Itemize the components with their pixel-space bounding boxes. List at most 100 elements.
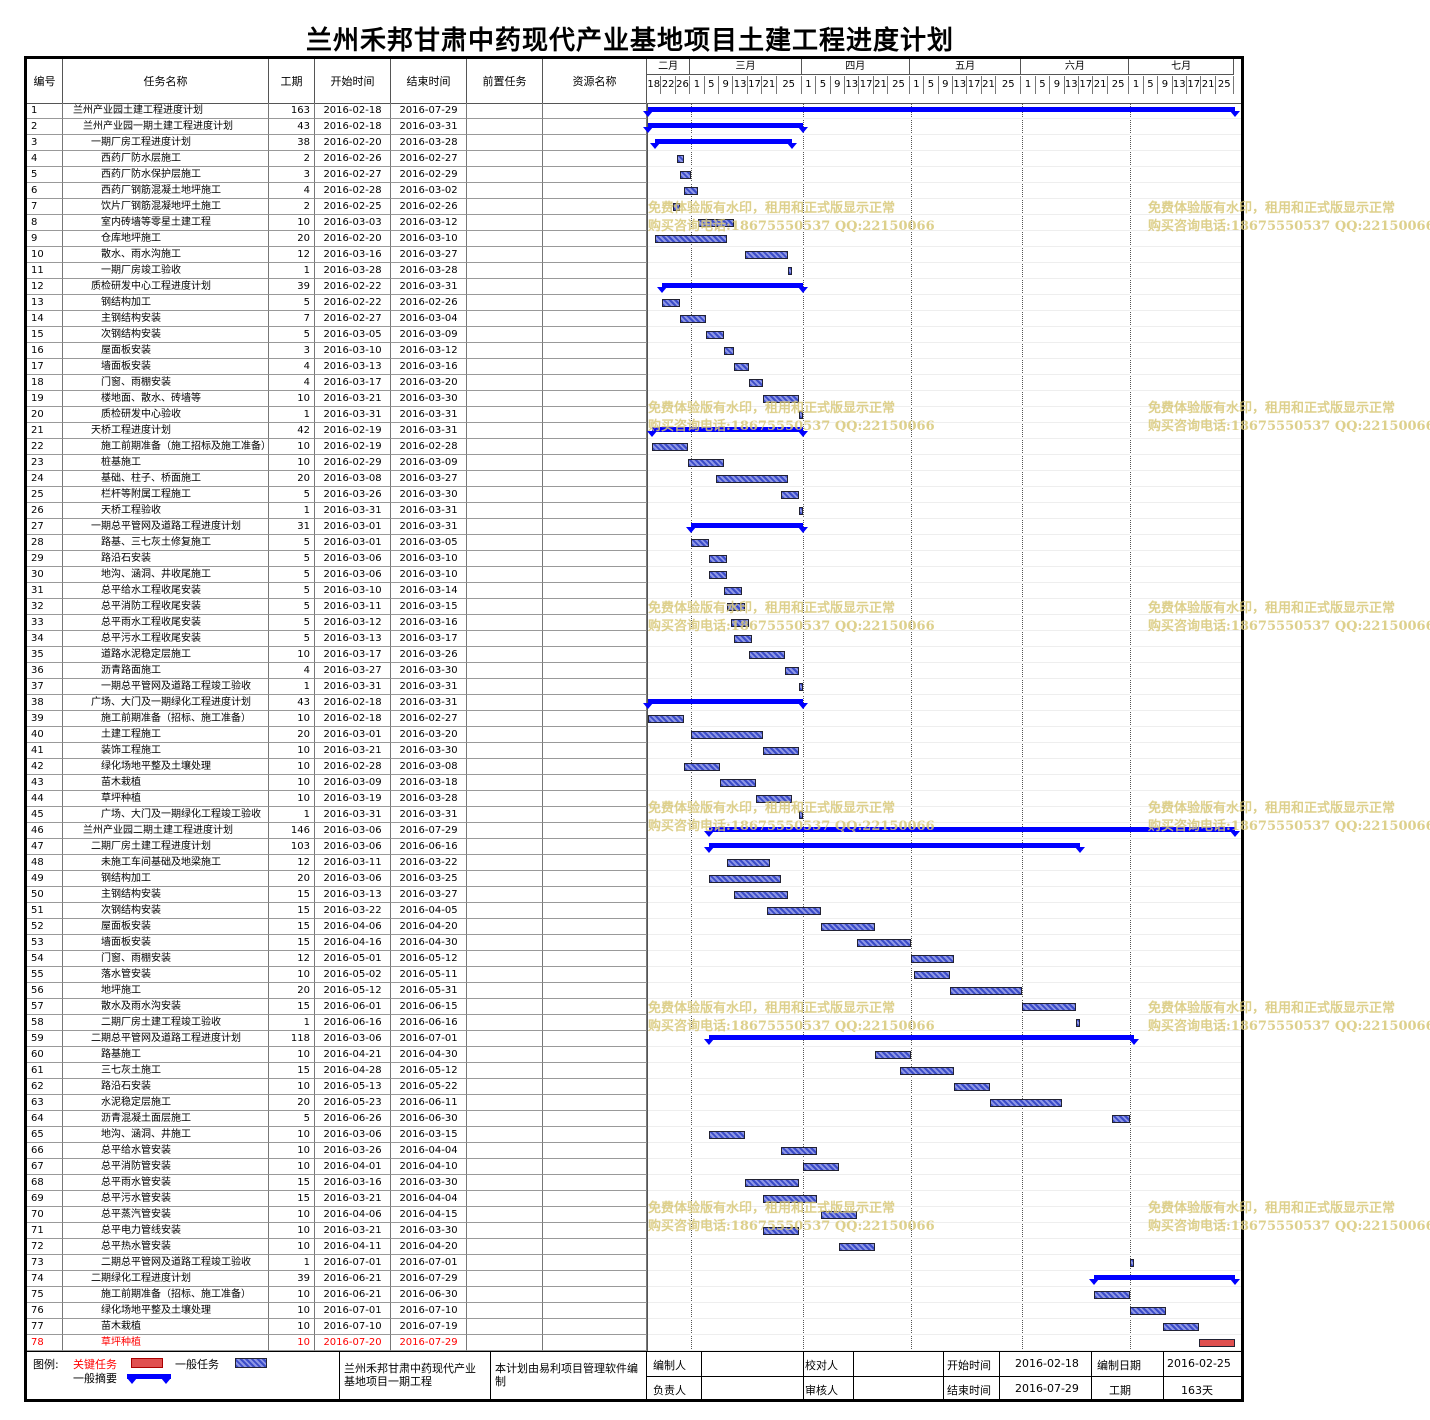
table-row[interactable]: 67 总平消防管安装 10 2016-04-01 2016-04-10 [27, 1159, 647, 1175]
gantt-task-bar[interactable] [766, 907, 821, 915]
gantt-task-bar[interactable] [820, 923, 875, 931]
table-row[interactable]: 29 路沿石安装 5 2016-03-06 2016-03-10 [27, 551, 647, 567]
table-row[interactable]: 18 门窗、雨棚安装 4 2016-03-17 2016-03-20 [27, 375, 647, 391]
table-row[interactable]: 3 一期厂房工程进度计划 38 2016-02-20 2016-03-28 [27, 135, 647, 151]
table-row[interactable]: 17 墙面板安装 4 2016-03-13 2016-03-16 [27, 359, 647, 375]
table-row[interactable]: 23 桩基施工 10 2016-02-29 2016-03-09 [27, 455, 647, 471]
table-row[interactable]: 36 沥青路面施工 4 2016-03-27 2016-03-30 [27, 663, 647, 679]
table-row[interactable]: 31 总平给水工程收尾安装 5 2016-03-10 2016-03-14 [27, 583, 647, 599]
table-row[interactable]: 35 道路水泥稳定层施工 10 2016-03-17 2016-03-26 [27, 647, 647, 663]
gantt-task-bar[interactable] [648, 715, 684, 723]
gantt-task-bar[interactable] [691, 539, 710, 547]
table-row[interactable]: 68 总平雨水管安装 15 2016-03-16 2016-03-30 [27, 1175, 647, 1191]
gantt-critical-bar[interactable] [1198, 1339, 1235, 1347]
gantt-summary-bar[interactable] [648, 123, 803, 128]
table-row[interactable]: 74 二期绿化工程进度计划 39 2016-06-21 2016-07-29 [27, 1271, 647, 1287]
table-row[interactable]: 52 屋面板安装 15 2016-04-06 2016-04-20 [27, 919, 647, 935]
table-row[interactable]: 6 西药厂钢筋混凝土地坪施工 4 2016-02-28 2016-03-02 [27, 183, 647, 199]
gantt-task-bar[interactable] [723, 587, 742, 595]
table-row[interactable]: 48 未施工车间基础及地梁施工 12 2016-03-11 2016-03-22 [27, 855, 647, 871]
table-row[interactable]: 28 路基、三七灰土修复施工 5 2016-03-01 2016-03-05 [27, 535, 647, 551]
table-row[interactable]: 66 总平给水管安装 10 2016-03-26 2016-04-04 [27, 1143, 647, 1159]
table-row[interactable]: 64 沥青混凝土面层施工 5 2016-06-26 2016-06-30 [27, 1111, 647, 1127]
gantt-task-bar[interactable] [691, 731, 764, 739]
table-row[interactable]: 71 总平电力管线安装 10 2016-03-21 2016-03-30 [27, 1223, 647, 1239]
gantt-task-bar[interactable] [990, 1099, 1062, 1107]
table-row[interactable]: 40 土建工程施工 20 2016-03-01 2016-03-20 [27, 727, 647, 743]
gantt-task-bar[interactable] [748, 379, 764, 387]
gantt-task-bar[interactable] [838, 1243, 875, 1251]
gantt-task-bar[interactable] [781, 491, 800, 499]
gantt-task-bar[interactable] [799, 507, 803, 515]
table-row[interactable]: 38 广场、大门及一期绿化工程进度计划 43 2016-02-18 2016-03-31 [27, 695, 647, 711]
gantt-task-bar[interactable] [1112, 1115, 1131, 1123]
table-row[interactable]: 46 兰州产业园二期土建工程进度计划 146 2016-03-06 2016-07-29 [27, 823, 647, 839]
table-row[interactable]: 69 总平污水管安装 15 2016-03-21 2016-04-04 [27, 1191, 647, 1207]
table-row[interactable]: 62 路沿石安装 10 2016-05-13 2016-05-22 [27, 1079, 647, 1095]
gantt-task-bar[interactable] [1022, 1003, 1077, 1011]
gantt-task-bar[interactable] [900, 1067, 954, 1075]
table-row[interactable]: 53 墙面板安装 15 2016-04-16 2016-04-30 [27, 935, 647, 951]
table-row[interactable]: 72 总平热水管安装 10 2016-04-11 2016-04-20 [27, 1239, 647, 1255]
gantt-task-bar[interactable] [734, 891, 789, 899]
table-row[interactable]: 44 草坪种植 10 2016-03-19 2016-03-28 [27, 791, 647, 807]
gantt-task-bar[interactable] [745, 251, 789, 259]
gantt-summary-bar[interactable] [1094, 1275, 1235, 1280]
table-row[interactable]: 32 总平消防工程收尾安装 5 2016-03-11 2016-03-15 [27, 599, 647, 615]
gantt-task-bar[interactable] [676, 155, 684, 163]
table-row[interactable]: 15 次钢结构安装 5 2016-03-05 2016-03-09 [27, 327, 647, 343]
table-row[interactable]: 27 一期总平管网及道路工程进度计划 31 2016-03-01 2016-03-31 [27, 519, 647, 535]
gantt-task-bar[interactable] [799, 683, 803, 691]
table-row[interactable]: 26 天桥工程验收 1 2016-03-31 2016-03-31 [27, 503, 647, 519]
gantt-task-bar[interactable] [680, 315, 706, 323]
table-row[interactable]: 58 二期厂房土建工程竣工验收 1 2016-06-16 2016-06-16 [27, 1015, 647, 1031]
table-row[interactable]: 70 总平蒸汽管安装 10 2016-04-06 2016-04-15 [27, 1207, 647, 1223]
gantt-task-bar[interactable] [651, 443, 688, 451]
table-row[interactable]: 73 二期总平管网及道路工程竣工验收 1 2016-07-01 2016-07-01 [27, 1255, 647, 1271]
table-row[interactable]: 51 次钢结构安装 15 2016-03-22 2016-04-05 [27, 903, 647, 919]
gantt-task-bar[interactable] [874, 1051, 911, 1059]
gantt-summary-bar[interactable] [655, 139, 792, 144]
table-row[interactable]: 5 西药厂防水保护层施工 3 2016-02-27 2016-02-29 [27, 167, 647, 183]
gantt-task-bar[interactable] [788, 267, 792, 275]
table-row[interactable]: 34 总平污水工程收尾安装 5 2016-03-13 2016-03-17 [27, 631, 647, 647]
table-row[interactable]: 12 质检研发中心工程进度计划 39 2016-02-22 2016-03-31 [27, 279, 647, 295]
table-row[interactable]: 75 施工前期准备（招标、施工准备） 10 2016-06-21 2016-06-30 [27, 1287, 647, 1303]
table-row[interactable]: 55 落水管安装 10 2016-05-02 2016-05-11 [27, 967, 647, 983]
table-row[interactable]: 2 兰州产业园一期土建工程进度计划 43 2016-02-18 2016-03-31 [27, 119, 647, 135]
gantt-task-bar[interactable] [720, 779, 756, 787]
table-row[interactable]: 24 基础、柱子、桥面施工 20 2016-03-08 2016-03-27 [27, 471, 647, 487]
table-row[interactable]: 77 苗木栽植 10 2016-07-10 2016-07-19 [27, 1319, 647, 1335]
gantt-task-bar[interactable] [723, 347, 735, 355]
gantt-task-bar[interactable] [1162, 1323, 1199, 1331]
table-row[interactable]: 43 苗木栽植 10 2016-03-09 2016-03-18 [27, 775, 647, 791]
gantt-task-bar[interactable] [709, 1131, 746, 1139]
gantt-task-bar[interactable] [802, 1163, 839, 1171]
table-row[interactable]: 1 兰州产业园土建工程进度计划 163 2016-02-18 2016-07-29 [27, 103, 647, 119]
gantt-task-bar[interactable] [655, 235, 728, 243]
table-row[interactable]: 22 施工前期准备（施工招标及施工准备） 10 2016-02-19 2016-02-2… [27, 439, 647, 455]
gantt-summary-bar[interactable] [648, 107, 1235, 112]
gantt-task-bar[interactable] [954, 1083, 990, 1091]
table-row[interactable]: 60 路基施工 10 2016-04-21 2016-04-30 [27, 1047, 647, 1063]
gantt-task-bar[interactable] [1130, 1259, 1134, 1267]
gantt-summary-bar[interactable] [691, 523, 803, 528]
gantt-task-bar[interactable] [763, 747, 800, 755]
gantt-task-bar[interactable] [1076, 1019, 1080, 1027]
table-row[interactable]: 54 门窗、雨棚安装 12 2016-05-01 2016-05-12 [27, 951, 647, 967]
gantt-task-bar[interactable] [748, 651, 785, 659]
gantt-task-bar[interactable] [910, 955, 954, 963]
table-row[interactable]: 49 钢结构加工 20 2016-03-06 2016-03-25 [27, 871, 647, 887]
gantt-task-bar[interactable] [727, 859, 771, 867]
gantt-summary-bar[interactable] [709, 843, 1080, 848]
gantt-task-bar[interactable] [784, 667, 800, 675]
gantt-summary-bar[interactable] [648, 699, 803, 704]
gantt-task-bar[interactable] [705, 331, 724, 339]
gantt-task-bar[interactable] [734, 363, 749, 371]
gantt-task-bar[interactable] [684, 763, 720, 771]
table-row[interactable]: 76 绿化场地平整及土壤处理 10 2016-07-01 2016-07-10 [27, 1303, 647, 1319]
gantt-task-bar[interactable] [662, 299, 681, 307]
gantt-task-bar[interactable] [950, 987, 1023, 995]
table-row[interactable]: 37 一期总平管网及道路工程竣工验收 1 2016-03-31 2016-03-31 [27, 679, 647, 695]
table-row[interactable]: 8 室内砖墙等零星土建工程 10 2016-03-03 2016-03-12 [27, 215, 647, 231]
